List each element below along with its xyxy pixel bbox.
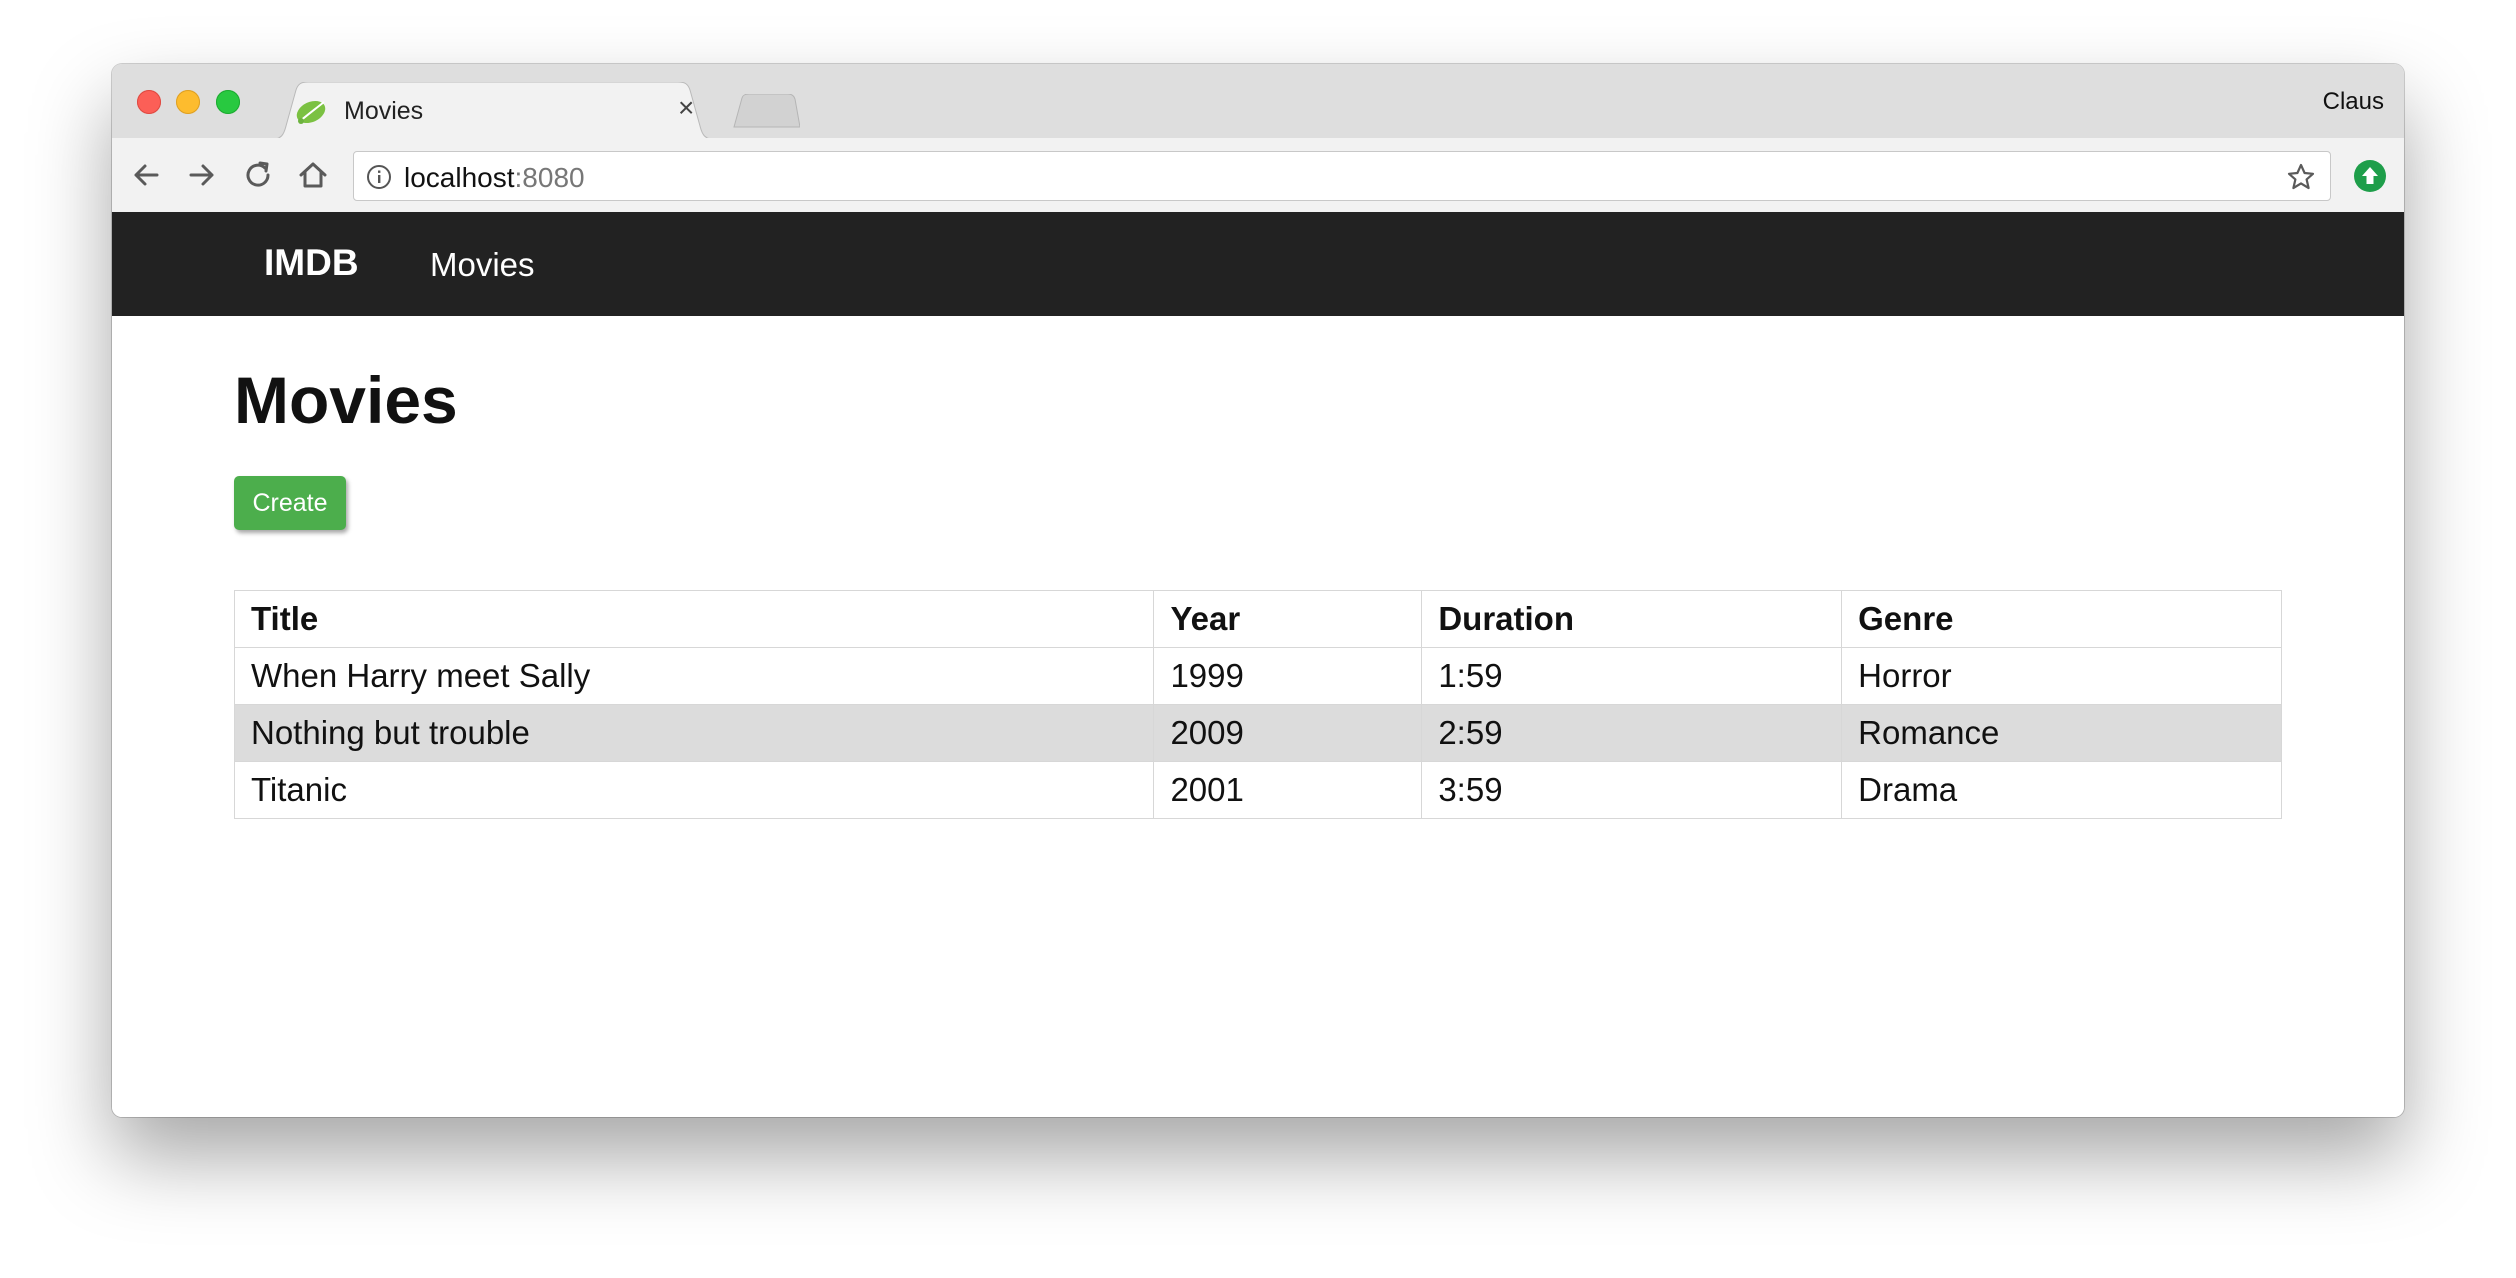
url-text: localhost:8080 xyxy=(404,162,585,194)
cell-year: 2001 xyxy=(1153,761,1423,819)
cell-year: 2009 xyxy=(1153,704,1423,762)
close-window-button[interactable] xyxy=(137,90,161,114)
forward-icon[interactable] xyxy=(185,158,219,192)
site-navbar: IMDB Movies xyxy=(112,212,2404,316)
cell-title: Nothing but trouble xyxy=(233,704,1155,762)
reload-icon[interactable] xyxy=(241,158,275,192)
column-header-title: Title xyxy=(233,590,1155,648)
info-icon[interactable] xyxy=(366,164,392,190)
cell-title: Titanic xyxy=(233,761,1155,819)
browser-window: Movies × Claus localhost:8080 IMDB Movie… xyxy=(112,64,2404,1117)
table-row: Nothing but trouble 2009 2:59 Romance xyxy=(233,704,2282,762)
cell-title: When Harry meet Sally xyxy=(233,647,1155,705)
column-header-duration: Duration xyxy=(1421,590,1843,648)
maximize-window-button[interactable] xyxy=(216,90,240,114)
column-header-genre: Genre xyxy=(1841,590,2282,648)
cell-genre: Drama xyxy=(1841,761,2282,819)
nav-link-movies[interactable]: Movies xyxy=(430,246,535,284)
screen: Movies × Claus localhost:8080 IMDB Movie… xyxy=(0,0,2516,1278)
cell-duration: 1:59 xyxy=(1421,647,1843,705)
address-bar[interactable]: localhost:8080 xyxy=(353,151,2331,201)
bookmark-star-icon[interactable] xyxy=(2286,162,2316,192)
url-host: localhost xyxy=(404,162,515,193)
tab-background xyxy=(268,82,718,140)
profile-name[interactable]: Claus xyxy=(2323,88,2384,116)
table-header-row: Title Year Duration Genre xyxy=(233,590,2282,648)
home-icon[interactable] xyxy=(296,158,330,192)
cell-genre: Romance xyxy=(1841,704,2282,762)
create-button[interactable]: Create xyxy=(234,476,346,530)
tab-movies[interactable]: Movies × xyxy=(268,82,718,140)
tab-title: Movies xyxy=(344,97,424,125)
minimize-window-button[interactable] xyxy=(176,90,200,114)
url-port: :8080 xyxy=(514,162,585,193)
table-row: Titanic 2001 3:59 Drama xyxy=(233,761,2282,819)
page-content: IMDB Movies Movies Create Title Year Dur… xyxy=(112,212,2404,1117)
cell-year: 1999 xyxy=(1153,647,1423,705)
back-icon[interactable] xyxy=(129,158,163,192)
tab-strip: Movies × Claus xyxy=(112,64,2404,140)
spring-leaf-icon xyxy=(296,100,326,124)
new-tab-button[interactable] xyxy=(730,94,800,128)
table-row: When Harry meet Sally 1999 1:59 Horror xyxy=(233,647,2282,705)
page-title: Movies xyxy=(234,363,458,437)
cell-duration: 2:59 xyxy=(1421,704,1843,762)
column-header-year: Year xyxy=(1153,590,1423,648)
brand-link[interactable]: IMDB xyxy=(264,242,359,284)
cell-duration: 3:59 xyxy=(1421,761,1843,819)
movies-table: Title Year Duration Genre When Harry mee… xyxy=(233,590,2282,819)
browser-toolbar: localhost:8080 xyxy=(112,138,2404,213)
cell-genre: Horror xyxy=(1841,647,2282,705)
close-tab-icon[interactable]: × xyxy=(678,94,694,122)
extension-upload-icon[interactable] xyxy=(2353,159,2387,193)
